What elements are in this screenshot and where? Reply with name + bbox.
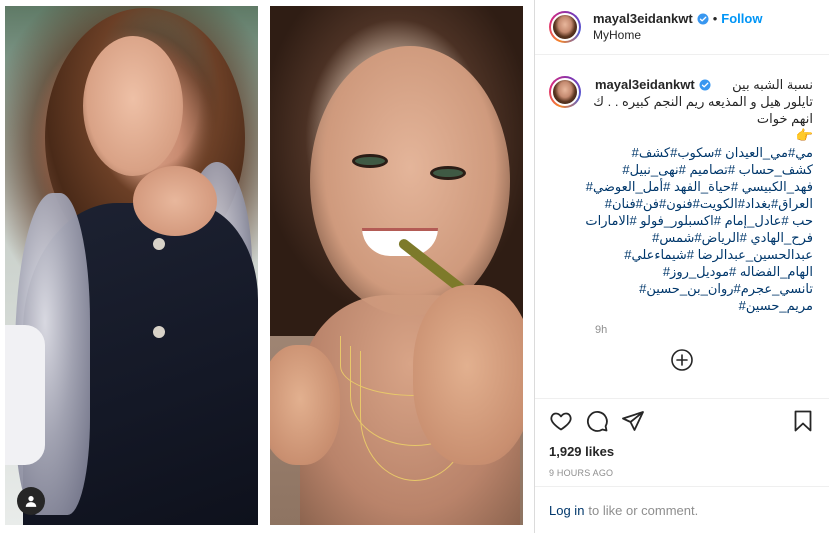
pointing-hand-emoji: 👉 <box>795 127 813 143</box>
post-side-panel: mayal3eidankwt • Follow MyHome mayal3eid… <box>535 0 829 533</box>
separator-dot: • <box>712 11 718 26</box>
photo-woman-fur-coat <box>5 6 258 525</box>
verified-badge-icon <box>699 79 711 90</box>
hashtag-line[interactable]: كشف_حساب #تصاميم #نهى_نبيل# <box>595 161 813 178</box>
paper-plane-icon[interactable] <box>621 409 645 433</box>
plus-circle-icon <box>671 349 693 371</box>
follow-button[interactable]: Follow <box>721 10 762 27</box>
hashtag-line[interactable]: عبدالحسين_عبدالرضا #شيماءعلي# <box>595 246 813 263</box>
load-more-comments-button[interactable] <box>535 348 829 372</box>
caption-avatar[interactable] <box>549 76 581 108</box>
hashtag-line[interactable]: مريم_حسين# <box>595 297 813 314</box>
caption-username[interactable]: mayal3eidankwt <box>595 76 695 93</box>
photo-woman-smiling <box>270 6 523 525</box>
hashtag-line[interactable]: تانسي_عجرم#روان_بن_حسين# <box>595 280 813 297</box>
hashtag-list: مي#مي_العيدان #سكوب#كشف# كشف_حساب #تصامي… <box>585 144 813 314</box>
likes-count[interactable]: 1,929 likes <box>535 444 829 459</box>
post-header: mayal3eidankwt • Follow MyHome <box>535 0 829 55</box>
caption-text-line: تايلور هيل و المذيعه ريم النجم كبيره . .… <box>593 94 813 109</box>
hashtag-line[interactable]: فهد_الكبيسي #حياة_الفهد #أمل_العوضي# <box>586 178 813 195</box>
post-timestamp: 9 HOURS AGO <box>549 468 614 478</box>
action-bar <box>535 399 829 443</box>
location-link[interactable]: MyHome <box>593 27 762 44</box>
bookmark-icon[interactable] <box>791 409 815 433</box>
hashtag-line[interactable]: الهام_الفضاله #موديل_روز# <box>595 263 813 280</box>
hashtag-line[interactable]: مي#مي_العيدان #سكوب#كشف# <box>595 144 813 161</box>
avatar[interactable] <box>549 11 581 43</box>
heart-icon[interactable] <box>549 409 573 433</box>
caption: mayal3eidankwt نسبة الشبه بين تايلور هيل… <box>549 76 815 339</box>
login-link[interactable]: Log in <box>549 503 584 518</box>
caption-timestamp: 9h <box>595 324 608 336</box>
header-username[interactable]: mayal3eidankwt <box>593 10 693 27</box>
user-tag-icon[interactable] <box>17 487 45 515</box>
caption-text-line: انهم خوات <box>756 111 813 126</box>
caption-text-line: نسبة الشبه بين <box>732 77 813 92</box>
comment-icon[interactable] <box>585 409 609 433</box>
hashtag-line[interactable]: حب #عادل_إمام #اكسبلور_فولو #الامارات <box>585 212 813 229</box>
login-prompt: Log in to like or comment. <box>535 486 829 533</box>
post-actions-section: 1,929 likes 9 HOURS AGO <box>535 398 829 478</box>
login-prompt-text: to like or comment. <box>588 502 699 518</box>
verified-badge-icon <box>697 13 709 24</box>
hashtag-line[interactable]: العراق#بغداد#الكويت#فنون#فن#فنان# <box>595 195 813 212</box>
hashtag-line[interactable]: فرح_الهادي #الرياض#شمس# <box>595 229 813 246</box>
post-media[interactable] <box>0 0 535 533</box>
comments-area: mayal3eidankwt نسبة الشبه بين تايلور هيل… <box>535 56 829 396</box>
